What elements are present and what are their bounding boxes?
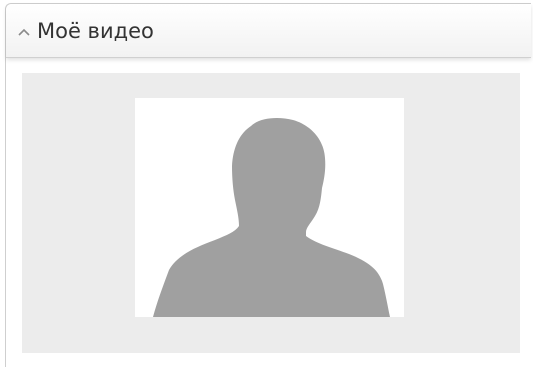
video-area[interactable] bbox=[22, 73, 520, 353]
my-video-panel: Моё видео bbox=[5, 3, 531, 367]
person-silhouette-icon bbox=[153, 118, 390, 317]
panel-title: Моё видео bbox=[37, 19, 154, 43]
video-placeholder bbox=[135, 98, 404, 317]
chevron-up-icon[interactable] bbox=[17, 24, 31, 38]
panel-header[interactable]: Моё видео bbox=[6, 4, 531, 58]
